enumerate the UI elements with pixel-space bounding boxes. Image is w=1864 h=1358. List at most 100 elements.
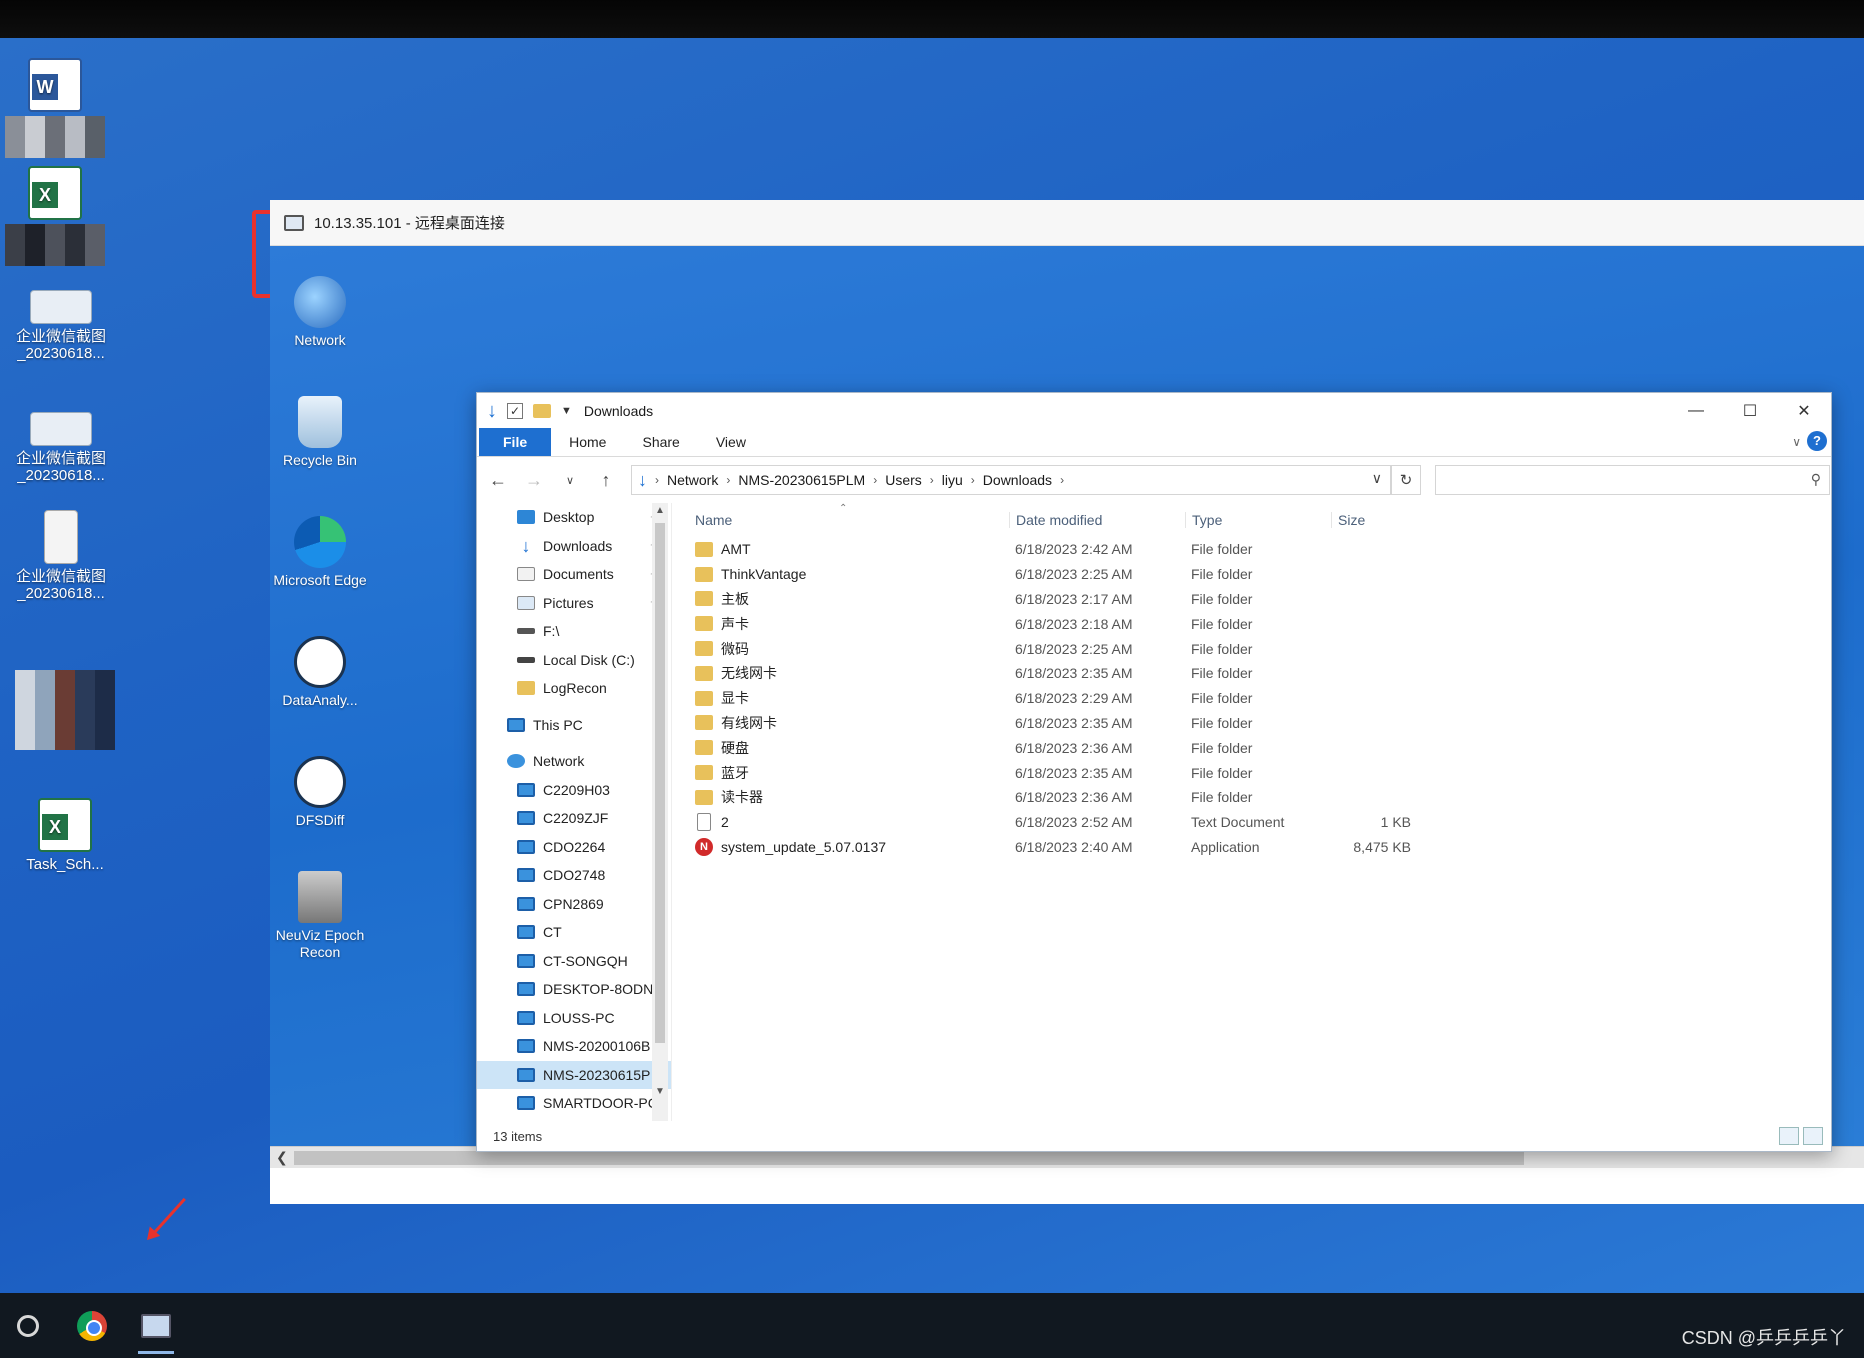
local-word-shortcut[interactable] [0, 58, 110, 160]
qat-dropdown-icon[interactable]: ▼ [561, 405, 572, 417]
file-row[interactable]: 2 6/18/2023 2:52 AM Text Document 1 KB [689, 810, 1829, 835]
file-row[interactable]: AMT 6/18/2023 2:42 AM File folder [689, 537, 1829, 562]
file-row[interactable]: 硬盘 6/18/2023 2:36 AM File folder [689, 735, 1829, 760]
desktop-icon [517, 510, 535, 525]
file-row[interactable]: ThinkVantage 6/18/2023 2:25 AM File folder [689, 562, 1829, 587]
local-screenshot-3[interactable]: 企业微信截图 _20230618... [6, 510, 116, 602]
remote-icon-data-analyzer[interactable]: DataAnaly... [270, 636, 370, 709]
column-date-modified[interactable]: Date modified [1009, 512, 1185, 528]
nav-item-f-drive[interactable]: F:\ [477, 617, 671, 646]
file-row[interactable]: 蓝牙 6/18/2023 2:35 AM File folder [689, 760, 1829, 785]
nav-item-computer[interactable]: CPN2869 [477, 890, 671, 919]
nav-item-computer[interactable]: C2209ZJF [477, 804, 671, 833]
file-type: File folder [1191, 764, 1253, 781]
nav-item-computer[interactable]: NMS-20200106B [477, 1032, 671, 1061]
tab-share[interactable]: Share [624, 434, 697, 456]
tab-view[interactable]: View [698, 434, 764, 456]
scroll-down-icon[interactable]: ▼ [655, 1086, 665, 1097]
remote-icon-recycle-bin[interactable]: Recycle Bin [270, 396, 370, 469]
maximize-button[interactable]: ☐ [1723, 393, 1777, 429]
file-name: ThinkVantage [721, 566, 807, 583]
scroll-up-icon[interactable]: ▲ [655, 505, 665, 516]
file-row[interactable]: Nsystem_update_5.07.0137 6/18/2023 2:40 A… [689, 835, 1829, 860]
file-type: File folder [1191, 690, 1253, 707]
file-row[interactable]: 读卡器 6/18/2023 2:36 AM File folder [689, 785, 1829, 810]
tab-home[interactable]: Home [551, 434, 624, 456]
breadcrumb-downloads[interactable]: Downloads [983, 472, 1052, 488]
address-dropdown-icon[interactable]: ∨ [1372, 470, 1382, 487]
nav-item-logrecon[interactable]: LogRecon [477, 674, 671, 703]
column-type[interactable]: Type [1185, 512, 1331, 528]
tab-file[interactable]: File [479, 428, 552, 456]
local-screenshot-1[interactable]: 企业微信截图 _20230618... [6, 280, 116, 362]
close-button[interactable]: ✕ [1777, 393, 1831, 429]
nav-item-local-disk[interactable]: Local Disk (C:) [477, 646, 671, 675]
nav-item-computer[interactable]: CDO2264 [477, 833, 671, 862]
help-icon[interactable]: ? [1807, 431, 1827, 451]
breadcrumb-host[interactable]: NMS-20230615PLM [738, 472, 865, 488]
nav-item-computer[interactable]: CT [477, 918, 671, 947]
file-row[interactable]: 声卡 6/18/2023 2:18 AM File folder [689, 611, 1829, 636]
screenshot-icon [30, 412, 92, 446]
remote-icon-dfsdiff[interactable]: DFSDiff [270, 756, 370, 829]
local-blurred-shortcut[interactable] [10, 668, 120, 752]
file-row[interactable]: 主板 6/18/2023 2:17 AM File folder [689, 587, 1829, 612]
taskbar-remote-desktop[interactable] [134, 1304, 178, 1354]
minimize-button[interactable]: — [1669, 393, 1723, 429]
expand-ribbon-icon[interactable]: ∨ [1792, 435, 1801, 449]
nav-item-computer[interactable]: DESKTOP-8ODN [477, 975, 671, 1004]
nav-item-computer[interactable]: CT-SONGQH [477, 947, 671, 976]
column-name[interactable]: Name [689, 512, 1009, 528]
properties-check-icon[interactable]: ✓ [507, 403, 523, 419]
breadcrumb-user[interactable]: liyu [942, 472, 963, 488]
file-row[interactable]: 无线网卡 6/18/2023 2:35 AM File folder [689, 661, 1829, 686]
refresh-button[interactable]: ↻ [1391, 465, 1421, 495]
file-row[interactable]: 有线网卡 6/18/2023 2:35 AM File folder [689, 711, 1829, 736]
explorer-titlebar[interactable]: ↓ ✓ ▼ Downloads — ☐ ✕ [477, 393, 1831, 429]
remote-icon-edge[interactable]: Microsoft Edge [270, 516, 370, 589]
search-input[interactable]: ⚲ [1435, 465, 1830, 495]
remote-icon-neuviz[interactable]: NeuViz Epoch Recon [270, 871, 370, 961]
local-task-sch-shortcut[interactable]: Task_Sch... [10, 798, 120, 873]
column-size[interactable]: Size [1331, 512, 1421, 528]
breadcrumb-users[interactable]: Users [885, 472, 922, 488]
local-excel-shortcut[interactable] [0, 166, 110, 268]
file-name: 显卡 [721, 690, 749, 707]
breadcrumb-network[interactable]: Network [667, 472, 718, 488]
forward-button[interactable]: → [523, 470, 545, 491]
nav-label: NMS-20230615P [543, 1066, 651, 1083]
download-arrow-icon[interactable]: ↓ [487, 400, 497, 423]
nav-item-computer[interactable]: C2209H03 [477, 776, 671, 805]
nav-item-computer[interactable]: SMARTDOOR-PC [477, 1089, 671, 1118]
back-button[interactable]: ← [487, 470, 509, 491]
taskbar-search[interactable] [6, 1304, 50, 1348]
nav-item-network[interactable]: Network [477, 747, 671, 776]
computer-icon [517, 1039, 535, 1054]
nav-item-documents[interactable]: Documents✦ [477, 560, 671, 589]
address-bar[interactable]: ↓ › Network › NMS-20230615PLM › Users › … [631, 465, 1391, 495]
new-folder-icon[interactable] [533, 404, 551, 418]
file-row[interactable]: 显卡 6/18/2023 2:29 AM File folder [689, 686, 1829, 711]
scrollbar-thumb[interactable] [294, 1151, 1524, 1165]
nav-item-computer[interactable]: CDO2748 [477, 861, 671, 890]
nav-item-computer-selected[interactable]: NMS-20230615P [477, 1060, 671, 1089]
local-screenshot-2[interactable]: 企业微信截图 _20230618... [6, 402, 116, 484]
nav-item-pictures[interactable]: Pictures✦ [477, 589, 671, 618]
taskbar-chrome[interactable] [70, 1304, 114, 1348]
nav-item-downloads[interactable]: ↓Downloads✦ [477, 532, 671, 561]
details-view-icon[interactable] [1779, 1127, 1799, 1145]
large-icons-view-icon[interactable] [1803, 1127, 1823, 1145]
file-row[interactable]: 微码 6/18/2023 2:25 AM File folder [689, 636, 1829, 661]
nav-item-this-pc[interactable]: This PC [477, 711, 671, 740]
up-button[interactable]: ↑ [595, 470, 617, 491]
navpane-scrollbar[interactable]: ▲ ▼ [652, 503, 668, 1121]
recent-locations-icon[interactable]: ∨ [559, 474, 581, 487]
nav-item-desktop[interactable]: Desktop✦ [477, 503, 671, 532]
remote-icon-network[interactable]: Network [270, 276, 370, 349]
scroll-left-icon[interactable]: ❮ [276, 1149, 288, 1166]
nav-item-computer[interactable]: LOUSS-PC [477, 1004, 671, 1033]
drive-icon [517, 628, 535, 635]
scrollbar-thumb[interactable] [655, 523, 665, 1043]
file-name-cell: 有线网卡 [689, 713, 1009, 733]
rdp-titlebar[interactable]: 10.13.35.101 - 远程桌面连接 [270, 200, 1864, 246]
